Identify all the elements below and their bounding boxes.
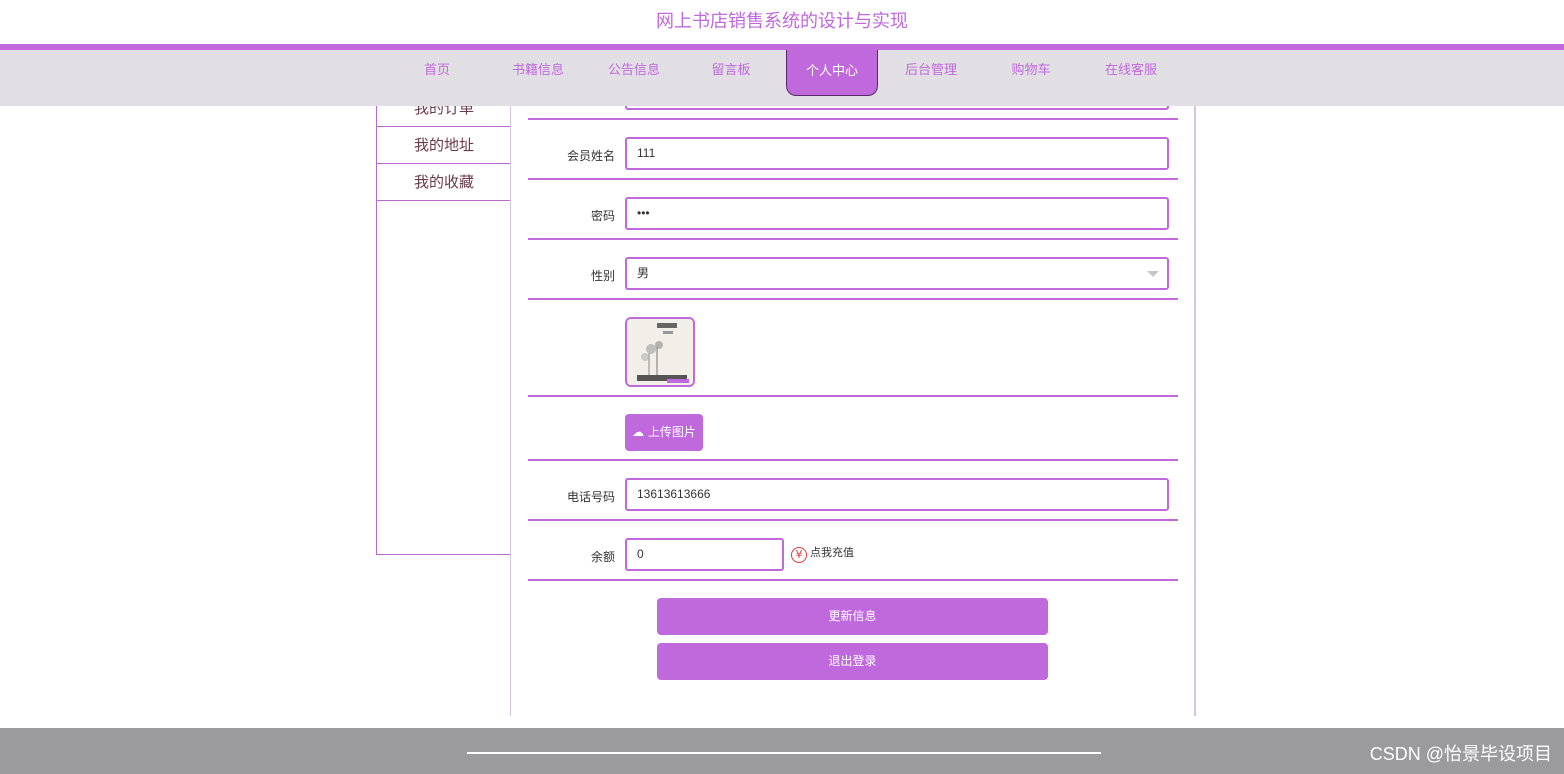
nav-online-service[interactable]: 在线客服 bbox=[1098, 50, 1164, 92]
profile-form-panel: 会员姓名 111 密码 ••• 性别 男 ☁ 上传图片 电话号码 1361361… bbox=[510, 80, 1196, 716]
update-info-button[interactable]: 更新信息 bbox=[657, 598, 1048, 635]
recharge-label: 点我充值 bbox=[810, 546, 854, 559]
cloud-upload-icon: ☁ bbox=[632, 425, 645, 439]
phone-input[interactable]: 13613613666 bbox=[625, 478, 1169, 511]
avatar-image bbox=[625, 317, 695, 387]
yen-icon: ¥ bbox=[791, 547, 807, 563]
upload-image-button[interactable]: ☁ 上传图片 bbox=[625, 414, 703, 451]
nav-personal-center[interactable]: 个人中心 bbox=[786, 50, 878, 96]
row-divider bbox=[528, 395, 1178, 397]
logout-button[interactable]: 退出登录 bbox=[657, 643, 1048, 680]
recharge-link[interactable]: ¥ 点我充值 bbox=[791, 544, 854, 563]
gender-label: 性别 bbox=[590, 269, 615, 283]
nav-admin[interactable]: 后台管理 bbox=[898, 50, 964, 92]
nav-books[interactable]: 书籍信息 bbox=[505, 50, 571, 92]
nav-message-board[interactable]: 留言板 bbox=[701, 50, 761, 92]
row-divider bbox=[528, 459, 1178, 461]
balance-label: 余额 bbox=[590, 550, 615, 564]
balance-input[interactable]: 0 bbox=[625, 538, 784, 571]
upload-button-label: 上传图片 bbox=[647, 425, 696, 439]
sidebar-menu: 我的订单 我的地址 我的收藏 bbox=[376, 90, 511, 555]
row-divider bbox=[528, 579, 1178, 581]
csdn-watermark: CSDN @怡景毕设项目 bbox=[1369, 744, 1552, 764]
nav-cart[interactable]: 购物车 bbox=[1001, 50, 1061, 92]
footer-divider bbox=[467, 752, 1101, 754]
row-divider bbox=[528, 118, 1178, 120]
main-nav: 首页 书籍信息 公告信息 留言板 个人中心 后台管理 购物车 在线客服 bbox=[0, 50, 1564, 106]
phone-label: 电话号码 bbox=[566, 490, 615, 504]
row-divider bbox=[528, 238, 1178, 240]
sidebar-item-my-favorites[interactable]: 我的收藏 bbox=[377, 164, 511, 201]
password-input[interactable]: ••• bbox=[625, 197, 1169, 230]
gender-selected-value: 男 bbox=[637, 266, 650, 280]
name-input[interactable]: 111 bbox=[625, 137, 1169, 170]
footer: CSDN @怡景毕设项目 bbox=[0, 728, 1564, 774]
name-label: 会员姓名 bbox=[566, 149, 615, 163]
row-divider bbox=[528, 519, 1178, 521]
sidebar-item-my-address[interactable]: 我的地址 bbox=[377, 127, 511, 164]
row-divider bbox=[528, 178, 1178, 180]
password-label: 密码 bbox=[590, 209, 615, 223]
nav-announcements[interactable]: 公告信息 bbox=[601, 50, 667, 92]
site-title: 网上书店销售系统的设计与实现 bbox=[656, 11, 908, 32]
nav-home[interactable]: 首页 bbox=[407, 50, 467, 92]
gender-select[interactable]: 男 bbox=[625, 257, 1169, 290]
row-divider bbox=[528, 298, 1178, 300]
